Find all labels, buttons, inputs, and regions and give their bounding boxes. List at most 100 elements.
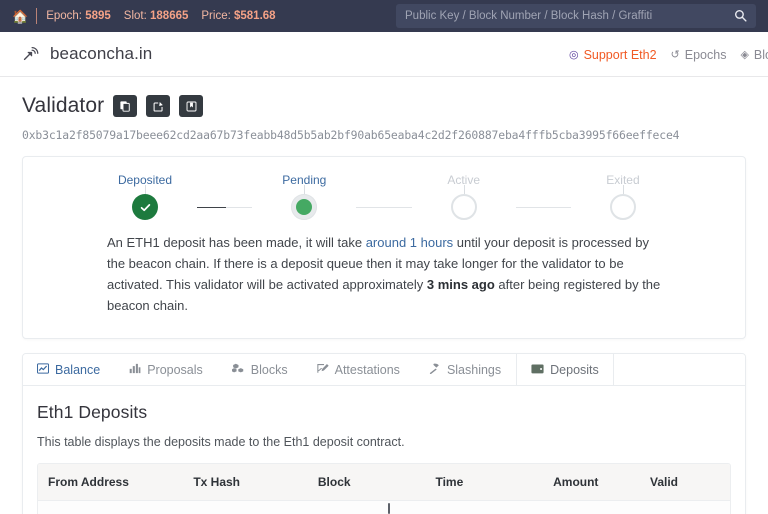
tab-slashings[interactable]: Slashings	[415, 354, 516, 385]
th-valid[interactable]: Valid	[639, 464, 730, 502]
deposits-subtitle: This table displays the deposits made to…	[37, 435, 405, 450]
tab-balance-label: Balance	[55, 362, 101, 377]
stepper-labels: Deposited Pending Active Exited	[93, 173, 675, 187]
deposits-heading: Eth1 Deposits	[37, 402, 148, 423]
nav-link-blocks[interactable]: ◈ Blo	[740, 48, 768, 62]
nav-link-blocks-label: Blo	[753, 47, 768, 62]
stat-slot-value: 188665	[150, 10, 189, 22]
th-from-address[interactable]: From Address	[38, 464, 184, 502]
signature-icon	[316, 363, 329, 377]
copy-icon	[120, 100, 131, 112]
step-node-exited	[571, 185, 675, 220]
stat-price-value: $581.68	[234, 10, 276, 22]
stat-epoch-value: 5895	[85, 10, 111, 22]
top-stats-bar: 🏠 Epoch: 5895 Slot: 188665 Price: $581.6…	[0, 0, 768, 32]
step-circle-deposited	[132, 194, 158, 220]
satellite-dish-icon	[22, 46, 40, 62]
stat-slot: Slot: 188665	[124, 10, 189, 22]
th-tx-hash[interactable]: Tx Hash	[183, 464, 308, 502]
copy-button[interactable]	[113, 95, 138, 117]
stat-epoch-label: Epoch:	[46, 10, 82, 22]
cell-tx-hash[interactable]: 0x4dab7f…	[183, 500, 308, 514]
page-title: Validator	[22, 94, 105, 117]
tab-blocks-label: Blocks	[250, 362, 288, 377]
step-circle-pending	[291, 194, 318, 220]
tab-deposits-label: Deposits	[550, 362, 599, 377]
stat-epoch: Epoch: 5895	[46, 10, 111, 22]
main-content: Validator 0xb3c1a2f85079a17beee62cd2aa67…	[0, 94, 768, 514]
th-time[interactable]: Time	[425, 464, 544, 502]
validator-tabs-card: Balance Proposals Blocks Attestations Sl…	[22, 353, 746, 514]
cell-time: 38 mins ago	[425, 500, 544, 514]
search-bar[interactable]	[396, 4, 756, 28]
stepper-connector-2	[356, 206, 412, 208]
bookmark-icon	[186, 101, 197, 112]
topbar-divider	[36, 8, 38, 24]
line-chart-icon	[37, 363, 50, 377]
search-icon[interactable]	[734, 9, 747, 24]
cell-from-address[interactable]: 0x5dC298…	[38, 500, 184, 514]
tab-attestations[interactable]: Attestations	[303, 354, 415, 385]
th-amount[interactable]: Amount	[543, 464, 640, 502]
cell-valid: true	[639, 500, 730, 514]
validator-pubkey: 0xb3c1a2f85079a17beee62cd2aa67b73feabb48…	[22, 128, 680, 142]
tab-attestations-label: Attestations	[334, 362, 400, 377]
nav-link-epochs-label: Epochs	[684, 47, 727, 62]
cell-block[interactable]: 3925984	[307, 500, 426, 514]
bar-chart-icon	[129, 363, 141, 377]
step-node-active	[412, 185, 516, 220]
deposits-table-body: 0x5dC298… 0x4dab7f… 3925984 38 mins ago …	[38, 500, 730, 514]
bookmark-button[interactable]	[179, 95, 204, 117]
stepper-connector-3	[515, 206, 571, 208]
step-circle-exited	[609, 194, 636, 220]
edit-button[interactable]	[146, 95, 171, 117]
cell-amount: 32 ETH	[543, 500, 640, 514]
brand-title: beaconcha.in	[50, 44, 153, 63]
deposits-table: From Address Tx Hash Block Time Amount V…	[38, 464, 730, 514]
validator-title-row: Validator	[22, 94, 746, 118]
tab-proposals[interactable]: Proposals	[115, 354, 218, 385]
cubes-icon: ◈	[740, 49, 749, 61]
history-clock-icon: ↺	[670, 49, 680, 61]
tab-blocks[interactable]: Blocks	[218, 354, 303, 385]
validator-status-message: An ETH1 deposit has been made, it will t…	[23, 226, 745, 338]
axe-icon	[429, 363, 441, 377]
deposits-table-head: From Address Tx Hash Block Time Amount V…	[38, 464, 730, 502]
tab-proposals-label: Proposals	[147, 362, 203, 377]
gitcoin-icon: ◎	[568, 49, 579, 61]
brand-link[interactable]: beaconcha.in	[22, 44, 152, 64]
table-header-row: From Address Tx Hash Block Time Amount V…	[38, 464, 730, 502]
stat-price-label: Price:	[201, 10, 231, 22]
stat-price: Price: $581.68	[201, 10, 275, 22]
nav-link-support-eth2[interactable]: ◎ Support Eth2	[569, 48, 657, 62]
tab-deposits[interactable]: Deposits	[516, 354, 614, 386]
deposits-table-wrapper: From Address Tx Hash Block Time Amount V…	[37, 463, 731, 514]
activation-eta: 3 mins ago	[426, 277, 495, 293]
stat-slot-label: Slot:	[123, 10, 147, 22]
step-stem	[145, 185, 146, 194]
status-text-part1: An ETH1 deposit has been made, it will t…	[107, 235, 366, 250]
cubes-icon	[231, 363, 245, 377]
search-input[interactable]	[405, 10, 734, 22]
text-cursor	[388, 503, 390, 514]
stepper-track	[93, 185, 675, 220]
status-stepper: Deposited Pending Active Exited	[23, 157, 745, 226]
tab-slashings-label: Slashings	[446, 362, 502, 377]
wallet-icon	[531, 363, 544, 377]
step-stem	[463, 185, 465, 194]
nav-link-epochs[interactable]: ↺ Epochs	[671, 48, 727, 62]
home-icon[interactable]: 🏠	[12, 10, 28, 23]
step-node-pending	[252, 185, 356, 220]
tab-bar-filler	[614, 354, 745, 385]
th-block[interactable]: Block	[307, 464, 426, 502]
navbar-links: ◎ Support Eth2 ↺ Epochs ◈ Blo	[569, 32, 768, 77]
step-stem	[622, 185, 624, 194]
tab-balance[interactable]: Balance	[23, 354, 115, 385]
pencil-square-icon	[153, 101, 164, 112]
tab-bar: Balance Proposals Blocks Attestations Sl…	[23, 354, 745, 387]
step-node-deposited	[93, 185, 197, 220]
step-circle-active	[450, 194, 477, 220]
eta-link[interactable]: around 1 hours	[366, 235, 453, 250]
main-navbar: beaconcha.in ◎ Support Eth2 ↺ Epochs ◈ B…	[0, 32, 768, 77]
stepper-connector-1	[197, 206, 253, 208]
